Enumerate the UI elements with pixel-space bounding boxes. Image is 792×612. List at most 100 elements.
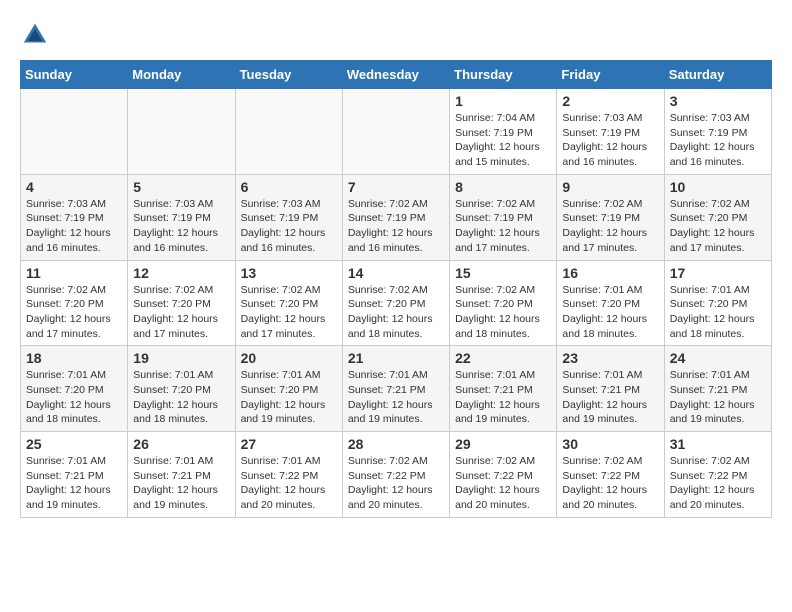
day-info: Sunrise: 7:01 AM Sunset: 7:20 PM Dayligh… [670, 283, 766, 342]
day-info: Sunrise: 7:01 AM Sunset: 7:20 PM Dayligh… [133, 368, 229, 427]
calendar-day: 30 Sunrise: 7:02 AM Sunset: 7:22 PM Dayli… [557, 432, 664, 518]
day-number: 29 [455, 436, 551, 452]
calendar-day: 9 Sunrise: 7:02 AM Sunset: 7:19 PM Daylig… [557, 174, 664, 260]
day-info: Sunrise: 7:01 AM Sunset: 7:21 PM Dayligh… [26, 454, 122, 513]
calendar-day: 1Sunrise: 7:04 AM Sunset: 7:19 PM Daylig… [450, 89, 557, 175]
column-header-saturday: Saturday [664, 61, 771, 89]
calendar-week-row: 4 Sunrise: 7:03 AM Sunset: 7:19 PM Daylig… [21, 174, 772, 260]
day-info: Sunrise: 7:01 AM Sunset: 7:20 PM Dayligh… [26, 368, 122, 427]
day-number: 14 [348, 265, 444, 281]
day-number: 3 [670, 93, 766, 109]
day-number: 7 [348, 179, 444, 195]
calendar-day: 7 Sunrise: 7:02 AM Sunset: 7:19 PM Daylig… [342, 174, 449, 260]
day-number: 22 [455, 350, 551, 366]
day-number: 27 [241, 436, 337, 452]
calendar-day: 24 Sunrise: 7:01 AM Sunset: 7:21 PM Dayli… [664, 346, 771, 432]
logo-icon [20, 20, 50, 50]
calendar-day: 6 Sunrise: 7:03 AM Sunset: 7:19 PM Daylig… [235, 174, 342, 260]
calendar-day [128, 89, 235, 175]
calendar-day [342, 89, 449, 175]
day-info: Sunrise: 7:02 AM Sunset: 7:19 PM Dayligh… [348, 197, 444, 256]
column-header-wednesday: Wednesday [342, 61, 449, 89]
day-info: Sunrise: 7:03 AM Sunset: 7:19 PM Dayligh… [133, 197, 229, 256]
day-info: Sunrise: 7:01 AM Sunset: 7:21 PM Dayligh… [455, 368, 551, 427]
calendar-day: 13 Sunrise: 7:02 AM Sunset: 7:20 PM Dayli… [235, 260, 342, 346]
day-number: 6 [241, 179, 337, 195]
day-info: Sunrise: 7:01 AM Sunset: 7:21 PM Dayligh… [670, 368, 766, 427]
calendar-table: SundayMondayTuesdayWednesdayThursdayFrid… [20, 60, 772, 518]
day-number: 15 [455, 265, 551, 281]
day-number: 19 [133, 350, 229, 366]
calendar-day: 25 Sunrise: 7:01 AM Sunset: 7:21 PM Dayli… [21, 432, 128, 518]
calendar-day: 2 Sunrise: 7:03 AM Sunset: 7:19 PM Daylig… [557, 89, 664, 175]
calendar-day: 21Sunrise: 7:01 AM Sunset: 7:21 PM Dayli… [342, 346, 449, 432]
day-info: Sunrise: 7:01 AM Sunset: 7:22 PM Dayligh… [241, 454, 337, 513]
day-number: 18 [26, 350, 122, 366]
day-info: Sunrise: 7:02 AM Sunset: 7:20 PM Dayligh… [241, 283, 337, 342]
calendar-day [21, 89, 128, 175]
day-info: Sunrise: 7:01 AM Sunset: 7:20 PM Dayligh… [241, 368, 337, 427]
calendar-day: 19 Sunrise: 7:01 AM Sunset: 7:20 PM Dayli… [128, 346, 235, 432]
day-number: 25 [26, 436, 122, 452]
calendar-day [235, 89, 342, 175]
day-info: Sunrise: 7:02 AM Sunset: 7:19 PM Dayligh… [455, 197, 551, 256]
day-number: 24 [670, 350, 766, 366]
day-info: Sunrise: 7:02 AM Sunset: 7:22 PM Dayligh… [455, 454, 551, 513]
day-number: 8 [455, 179, 551, 195]
calendar-week-row: 11 Sunrise: 7:02 AM Sunset: 7:20 PM Dayli… [21, 260, 772, 346]
day-info: Sunrise: 7:02 AM Sunset: 7:20 PM Dayligh… [348, 283, 444, 342]
day-info: Sunrise: 7:02 AM Sunset: 7:22 PM Dayligh… [348, 454, 444, 513]
day-number: 11 [26, 265, 122, 281]
day-info: Sunrise: 7:03 AM Sunset: 7:19 PM Dayligh… [241, 197, 337, 256]
column-header-thursday: Thursday [450, 61, 557, 89]
calendar-day: 12Sunrise: 7:02 AM Sunset: 7:20 PM Dayli… [128, 260, 235, 346]
calendar-day: 28 Sunrise: 7:02 AM Sunset: 7:22 PM Dayli… [342, 432, 449, 518]
day-info: Sunrise: 7:02 AM Sunset: 7:22 PM Dayligh… [562, 454, 658, 513]
calendar-day: 16 Sunrise: 7:01 AM Sunset: 7:20 PM Dayli… [557, 260, 664, 346]
calendar-day: 20 Sunrise: 7:01 AM Sunset: 7:20 PM Dayli… [235, 346, 342, 432]
day-number: 2 [562, 93, 658, 109]
day-info: Sunrise: 7:03 AM Sunset: 7:19 PM Dayligh… [562, 111, 658, 170]
calendar-day: 11 Sunrise: 7:02 AM Sunset: 7:20 PM Dayli… [21, 260, 128, 346]
calendar-week-row: 18 Sunrise: 7:01 AM Sunset: 7:20 PM Dayli… [21, 346, 772, 432]
day-number: 31 [670, 436, 766, 452]
calendar-day: 4Sunrise: 7:03 AM Sunset: 7:19 PM Daylig… [21, 174, 128, 260]
day-number: 16 [562, 265, 658, 281]
calendar-day: 5Sunrise: 7:03 AM Sunset: 7:19 PM Daylig… [128, 174, 235, 260]
day-number: 28 [348, 436, 444, 452]
calendar-day: 27 Sunrise: 7:01 AM Sunset: 7:22 PM Dayli… [235, 432, 342, 518]
day-info: Sunrise: 7:01 AM Sunset: 7:20 PM Dayligh… [562, 283, 658, 342]
day-info: Sunrise: 7:02 AM Sunset: 7:20 PM Dayligh… [455, 283, 551, 342]
day-info: Sunrise: 7:02 AM Sunset: 7:20 PM Dayligh… [670, 197, 766, 256]
calendar-day: 22 Sunrise: 7:01 AM Sunset: 7:21 PM Dayli… [450, 346, 557, 432]
day-number: 17 [670, 265, 766, 281]
column-header-friday: Friday [557, 61, 664, 89]
day-info: Sunrise: 7:01 AM Sunset: 7:21 PM Dayligh… [562, 368, 658, 427]
day-info: Sunrise: 7:01 AM Sunset: 7:21 PM Dayligh… [348, 368, 444, 427]
day-number: 1 [455, 93, 551, 109]
day-number: 26 [133, 436, 229, 452]
day-number: 20 [241, 350, 337, 366]
calendar-day: 15 Sunrise: 7:02 AM Sunset: 7:20 PM Dayli… [450, 260, 557, 346]
calendar-day: 3Sunrise: 7:03 AM Sunset: 7:19 PM Daylig… [664, 89, 771, 175]
calendar-day: 18 Sunrise: 7:01 AM Sunset: 7:20 PM Dayli… [21, 346, 128, 432]
calendar-day: 31 Sunrise: 7:02 AM Sunset: 7:22 PM Dayli… [664, 432, 771, 518]
day-info: Sunrise: 7:02 AM Sunset: 7:20 PM Dayligh… [26, 283, 122, 342]
day-number: 13 [241, 265, 337, 281]
day-info: Sunrise: 7:02 AM Sunset: 7:19 PM Dayligh… [562, 197, 658, 256]
day-info: Sunrise: 7:02 AM Sunset: 7:22 PM Dayligh… [670, 454, 766, 513]
calendar-week-row: 25 Sunrise: 7:01 AM Sunset: 7:21 PM Dayli… [21, 432, 772, 518]
calendar-week-row: 1Sunrise: 7:04 AM Sunset: 7:19 PM Daylig… [21, 89, 772, 175]
logo [20, 20, 55, 50]
day-number: 23 [562, 350, 658, 366]
calendar-day: 17 Sunrise: 7:01 AM Sunset: 7:20 PM Dayli… [664, 260, 771, 346]
column-header-tuesday: Tuesday [235, 61, 342, 89]
day-number: 10 [670, 179, 766, 195]
calendar-header-row: SundayMondayTuesdayWednesdayThursdayFrid… [21, 61, 772, 89]
day-number: 30 [562, 436, 658, 452]
day-number: 9 [562, 179, 658, 195]
calendar-day: 10 Sunrise: 7:02 AM Sunset: 7:20 PM Dayli… [664, 174, 771, 260]
calendar-day: 14 Sunrise: 7:02 AM Sunset: 7:20 PM Dayli… [342, 260, 449, 346]
calendar-day: 26Sunrise: 7:01 AM Sunset: 7:21 PM Dayli… [128, 432, 235, 518]
day-number: 4 [26, 179, 122, 195]
